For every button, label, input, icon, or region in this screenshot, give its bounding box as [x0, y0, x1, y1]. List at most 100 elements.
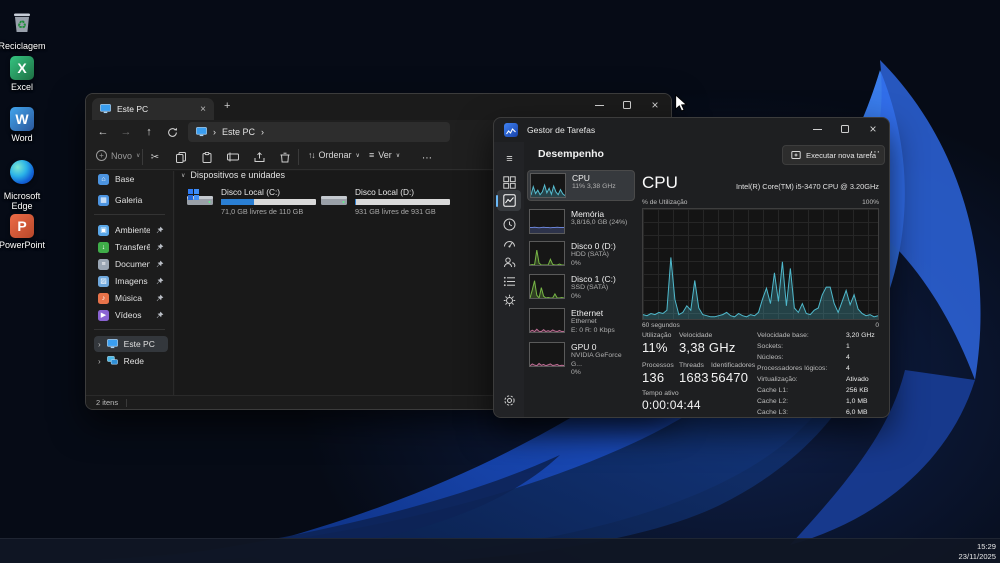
sidebar-item-ambiente[interactable]: ▣ Ambiente de tra: [94, 222, 168, 238]
chevron-expand-icon[interactable]: ›: [98, 340, 101, 349]
desktop-icon-recycle-bin[interactable]: ♻ Reciclagem: [0, 8, 50, 51]
users-tab-icon[interactable]: [501, 254, 518, 271]
section-header[interactable]: ∨ Dispositivos e unidades: [181, 170, 285, 180]
processes-tab-icon[interactable]: [501, 174, 518, 191]
details-tab-icon[interactable]: [501, 273, 518, 290]
powerpoint-icon: P: [10, 214, 34, 238]
sidebar-item-musica[interactable]: ♪ Música: [94, 290, 168, 306]
desktop-icon-word[interactable]: W Word: [0, 107, 50, 143]
stat-value-velocidade: 3,38 GHz: [679, 340, 736, 355]
forward-button[interactable]: →: [115, 122, 137, 142]
stat-label: Velocidade: [679, 332, 713, 339]
desktop-icon-edge[interactable]: Microsoft Edge: [0, 160, 50, 211]
stat-label: Processos: [642, 362, 674, 369]
sort-button[interactable]: ↑↓ Ordenar ∨: [308, 150, 360, 160]
paste-icon[interactable]: [196, 147, 218, 167]
recycle-bin-icon: ♻: [14, 13, 30, 32]
pin-icon: [156, 243, 164, 251]
chevron-down-icon: ∨: [136, 153, 141, 159]
drive-free-space: 71,0 GB livres de 110 GB: [221, 207, 304, 216]
close-button[interactable]: ×: [641, 94, 669, 116]
minimize-button[interactable]: [585, 94, 613, 116]
mouse-cursor: [675, 94, 688, 112]
task-manager-window: Gestor de Tarefas × ≡ Desempenho Executa…: [493, 117, 890, 418]
breadcrumb[interactable]: › Este PC ›: [188, 122, 450, 142]
sidebar-item-videos[interactable]: ▶ Vídeos: [94, 307, 168, 323]
maximize-button[interactable]: [613, 94, 641, 116]
app-history-tab-icon[interactable]: [501, 216, 518, 233]
maximize-button[interactable]: [831, 118, 859, 140]
sidebar-item-documentos[interactable]: ≡ Documentos: [94, 256, 168, 272]
perf-item-gpu0[interactable]: GPU 0 NVIDIA GeForce G... 0%: [527, 340, 635, 380]
delete-icon[interactable]: [274, 147, 296, 167]
detail-label: Núcleos:: [757, 354, 784, 361]
explorer-sidebar: ⌂ Base ▦ Galeria ▣ Ambiente de tra ↓ Tra…: [86, 171, 174, 395]
new-button[interactable]: + Novo ∨: [96, 150, 140, 161]
sort-icon: ↑↓: [308, 150, 315, 160]
music-icon: ♪: [98, 292, 109, 304]
stat-label: Tempo ativo: [642, 390, 679, 397]
drive-name: Disco Local (C:): [221, 187, 281, 197]
more-options-icon[interactable]: ⋯: [870, 147, 880, 158]
sidebar-item-este-pc[interactable]: › Este PC: [94, 336, 168, 352]
tab-close-icon[interactable]: ×: [200, 104, 206, 115]
perf-item-ethernet[interactable]: Ethernet Ethernet E: 0 R: 0 Kbps: [527, 306, 635, 337]
perf-item-cpu[interactable]: CPU 11% 3,38 GHz: [527, 170, 635, 201]
task-manager-app-icon: [504, 123, 518, 137]
sidebar-item-galeria[interactable]: ▦ Galeria: [94, 192, 168, 208]
startup-apps-tab-icon[interactable]: [501, 235, 518, 252]
cpu-utilization-chart[interactable]: [642, 208, 879, 320]
desktop-icon-excel[interactable]: X Excel: [0, 56, 50, 92]
perf-item-memoria[interactable]: Memória 3,8/16,0 GB (24%): [527, 207, 635, 236]
chevron-down-icon: ∨: [395, 152, 401, 159]
services-tab-icon[interactable]: [501, 292, 518, 309]
pin-icon: [156, 277, 164, 285]
cut-icon[interactable]: ✂: [144, 147, 166, 167]
copy-icon[interactable]: [170, 147, 192, 167]
minimize-button[interactable]: [803, 118, 831, 140]
close-button[interactable]: ×: [859, 118, 887, 140]
view-button[interactable]: ≡ Ver ∨: [369, 150, 400, 160]
sidebar-item-transferencias[interactable]: ↓ Transferências: [94, 239, 168, 255]
detail-label: Velocidade base:: [757, 332, 809, 339]
detail-label: Virtualização:: [757, 376, 798, 383]
gpu-mini-chart: [529, 342, 565, 367]
share-icon[interactable]: [248, 147, 270, 167]
settings-gear-icon[interactable]: [501, 392, 518, 409]
new-tab-button[interactable]: +: [224, 100, 230, 112]
detail-value: 256 KB: [846, 387, 869, 394]
ethernet-mini-chart: [529, 308, 565, 333]
explorer-tab[interactable]: Este PC ×: [92, 98, 214, 120]
view-icon: ≡: [369, 150, 375, 160]
drive-c-item[interactable]: Disco Local (C:) 71,0 GB livres de 110 G…: [185, 187, 317, 216]
desktop-icon-powerpoint[interactable]: P PowerPoint: [0, 214, 50, 250]
detail-value: 6,0 MB: [846, 409, 868, 416]
performance-tab-icon[interactable]: [501, 192, 518, 209]
back-button[interactable]: ←: [92, 122, 114, 142]
detail-value: Ativado: [846, 376, 869, 383]
hamburger-menu-icon[interactable]: ≡: [501, 150, 518, 167]
sidebar-divider: [94, 214, 165, 215]
cpu-model-name: Intel(R) Core(TM) i5-3470 CPU @ 3.20GHz: [735, 182, 879, 191]
perf-item-disco0[interactable]: Disco 0 (D:) HDD (SATA) 0%: [527, 239, 635, 270]
refresh-icon[interactable]: [161, 122, 183, 142]
chevron-expand-icon[interactable]: ›: [98, 357, 101, 366]
breadcrumb-item[interactable]: Este PC: [222, 127, 255, 137]
home-icon: ⌂: [98, 173, 109, 185]
more-options-icon[interactable]: ⋯: [416, 148, 438, 168]
sidebar-item-imagens[interactable]: ▨ Imagens: [94, 273, 168, 289]
chevron-down-icon: ∨: [355, 152, 360, 159]
stat-label: Threads: [679, 362, 704, 369]
perf-item-disco1[interactable]: Disco 1 (C:) SSD (SATA) 0%: [527, 272, 635, 303]
rename-icon[interactable]: [222, 147, 244, 167]
up-button[interactable]: ↑: [138, 122, 160, 142]
taskbar-clock[interactable]: 15:29 23/11/2025: [959, 542, 996, 561]
sidebar-item-base[interactable]: ⌂ Base: [94, 171, 168, 187]
desktop: ♻ Reciclagem X Excel W Word Microsoft Ed…: [0, 0, 1000, 563]
detail-label: Cache L2:: [757, 398, 788, 405]
stat-value-tempo-ativo: 0:00:04:44: [642, 398, 701, 412]
chart-y-max-label: 100%: [862, 199, 879, 206]
drive-d-item[interactable]: Disco Local (D:) 931 GB livres de 931 GB: [319, 187, 451, 216]
clock-time: 15:29: [976, 542, 996, 551]
sidebar-item-rede[interactable]: › Rede: [94, 353, 168, 369]
